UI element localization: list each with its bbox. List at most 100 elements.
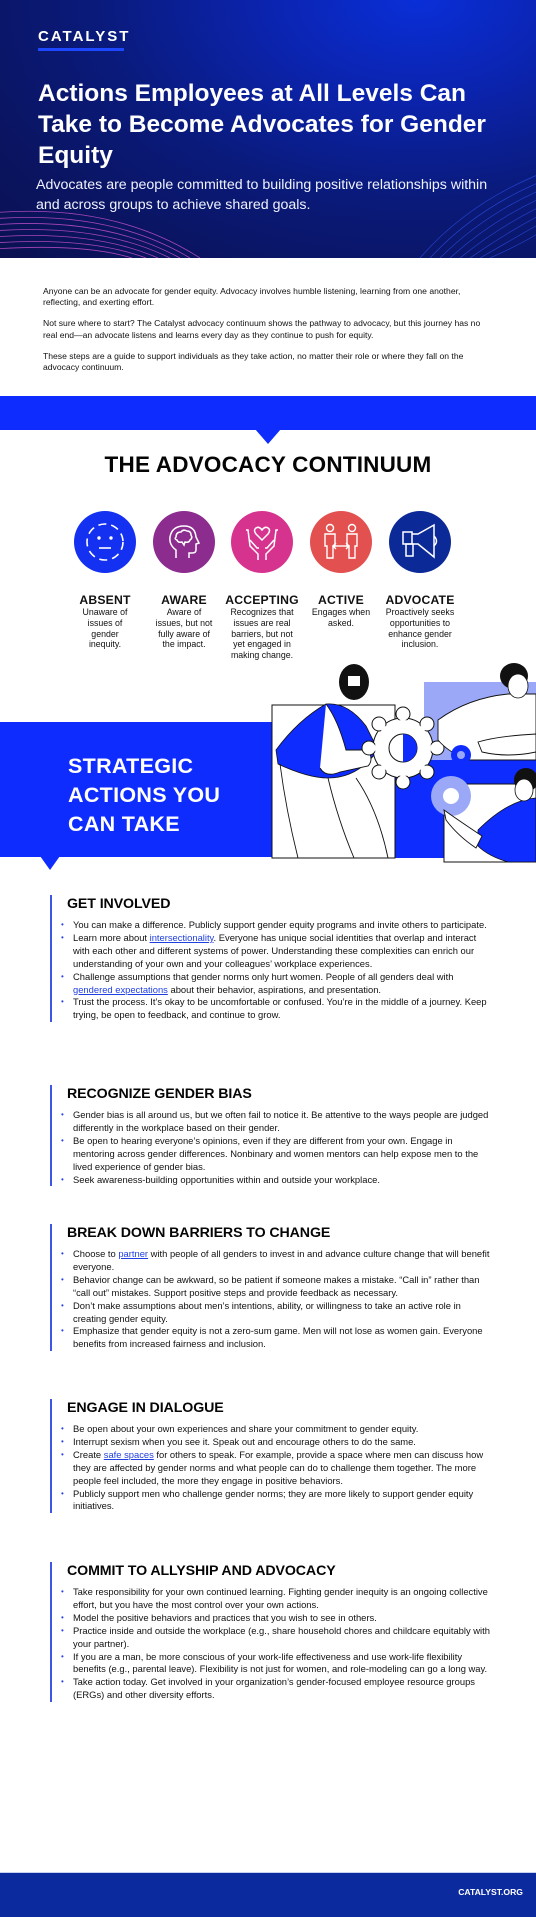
person-face: [514, 778, 534, 802]
stage-description: Aware of issues, but not fully aware of …: [155, 607, 213, 650]
stage-description: Proactively seeks opportunities to enhan…: [385, 607, 455, 650]
list-item: • You can make a difference. Publicly sup…: [61, 919, 487, 930]
stage-name: ACTIVE: [318, 593, 364, 607]
continuum-title: THE ADVOCACY CONTINUUM: [104, 452, 432, 477]
action-list: • You can make a difference. Publicly sup…: [61, 919, 490, 1022]
band-pointer: [255, 429, 281, 444]
list-item: • Learn more about intersectionality. Eve…: [61, 931, 477, 969]
strategic-pointer: [40, 856, 60, 870]
blue-divider-band: [0, 396, 536, 430]
list-item: • Seek awareness-building opportunities w…: [61, 1173, 380, 1185]
section-get-involved: GET INVOLVED • You can make a difference.…: [50, 895, 490, 1023]
stage-name: ABSENT: [79, 593, 131, 607]
section-title: RECOGNIZE GENDER BIAS: [67, 1086, 252, 1102]
bullet-icon: •: [61, 1436, 64, 1446]
bullet-icon: •: [61, 1587, 64, 1596]
list-item: • Practice inside and outside the workpla…: [61, 1624, 490, 1649]
bullet-icon: •: [61, 1135, 64, 1145]
person-face: [507, 673, 529, 699]
intro-text: Anyone can be an advocate for gender equ…: [43, 286, 493, 383]
catalyst-website-link[interactable]: CATALYST.ORG: [458, 1887, 523, 1897]
large-gear: [361, 706, 445, 790]
person-face: [348, 676, 360, 686]
bullet-icon: •: [61, 1300, 64, 1310]
two-people-arrow-icon: [310, 511, 372, 573]
list-item: • Don’t make assumptions about men’s inte…: [61, 1299, 461, 1324]
neutral-face-icon: [74, 511, 136, 573]
megaphone-icon: [389, 511, 451, 573]
page-title: Actions Employees at All Levels Can Take…: [38, 80, 486, 169]
catalyst-logo[interactable]: CATALYST: [38, 28, 130, 45]
stage-advocate: ADVOCATE Proactively seeks opportunities…: [380, 511, 460, 650]
stage-name: ADVOCATE: [385, 593, 455, 607]
bullet-icon: •: [61, 1249, 64, 1258]
bullet-icon: •: [61, 1677, 64, 1687]
action-list: • Gender bias is all around us, but we of…: [61, 1109, 490, 1186]
list-item: • Interrupt sexism when you see it. Speak…: [61, 1435, 416, 1447]
list-item: • Emphasize that gender equity is not a z…: [61, 1325, 483, 1350]
list-item: • Be open to hearing everyone’s opinions,…: [61, 1134, 479, 1172]
section-break-down-barriers: BREAK DOWN BARRIERS TO CHANGE • Choose to…: [50, 1224, 490, 1352]
section-title: ENGAGE IN DIALOGUE: [67, 1400, 224, 1416]
pink-wave-lines: [0, 210, 201, 258]
page-subtitle: Advocates are people committed to buildi…: [36, 177, 488, 213]
footer: CATALYST.ORG: [0, 1872, 536, 1917]
stage-name: ACCEPTING: [225, 593, 299, 607]
bullet-icon: •: [61, 1274, 64, 1284]
list-item: • Choose to partner with people of all ge…: [61, 1248, 490, 1272]
section-recognize-gender-bias: RECOGNIZE GENDER BIAS • Gender bias is al…: [50, 1085, 490, 1187]
section-title: GET INVOLVED: [67, 896, 171, 912]
list-item: • Create safe spaces for others to speak.…: [61, 1448, 484, 1486]
action-list: • Choose to partner with people of all ge…: [61, 1248, 490, 1351]
intro-paragraph: These steps are a guide to support indiv…: [43, 350, 464, 373]
hands-heart-icon: [231, 511, 293, 573]
section-title: COMMIT TO ALLYSHIP AND ADVOCACY: [67, 1563, 336, 1579]
list-item: • Behavior change can be awkward, so be p…: [61, 1273, 480, 1298]
bullet-icon: •: [61, 1612, 64, 1622]
list-item: • If you are a man, be more conscious of …: [61, 1650, 488, 1675]
intersectionality-link[interactable]: intersectionality: [150, 932, 214, 943]
gendered-expectations-link[interactable]: gendered expectations: [73, 984, 168, 995]
stage-accepting: ACCEPTING Recognizes that issues are rea…: [222, 511, 302, 661]
section-commit-to-allyship: COMMIT TO ALLYSHIP AND ADVOCACY • Take re…: [50, 1562, 490, 1703]
bullet-icon: •: [61, 1424, 64, 1433]
bullet-icon: •: [61, 1651, 64, 1661]
logo-underline: [38, 48, 124, 51]
action-list: • Be open about your own experiences and …: [61, 1423, 490, 1513]
teamwork-gears-illustration: [271, 663, 536, 863]
stage-aware: AWARE Aware of issues, but not fully awa…: [144, 511, 224, 650]
list-item: • Trust the process. It’s okay to be unco…: [61, 996, 487, 1021]
head-brain-icon: [153, 511, 215, 573]
stage-description: Engages when asked.: [311, 607, 371, 628]
list-item: • Take action today. Get involved in your…: [61, 1676, 475, 1701]
bullet-icon: •: [61, 1110, 64, 1119]
bullet-icon: •: [61, 1174, 64, 1184]
small-gear: [451, 745, 471, 765]
stage-description: Unaware of issues of gender inequity.: [82, 607, 128, 650]
list-item: • Model the positive behaviors and practi…: [61, 1611, 377, 1623]
stage-absent: ABSENT Unaware of issues of gender inequ…: [65, 511, 145, 650]
list-item: • Challenge assumptions that gender norms…: [61, 970, 454, 995]
bullet-icon: •: [61, 1449, 64, 1459]
list-item: • Take responsibility for your own contin…: [61, 1586, 488, 1610]
bullet-icon: •: [61, 1326, 64, 1336]
strategic-title: STRATEGIC ACTIONS YOU CAN TAKE: [68, 754, 221, 836]
bullet-icon: •: [61, 1488, 64, 1498]
bullet-icon: •: [61, 997, 64, 1007]
intro-paragraph: Anyone can be an advocate for gender equ…: [43, 286, 461, 308]
section-engage-in-dialogue: ENGAGE IN DIALOGUE • Be open about your o…: [50, 1399, 490, 1514]
bullet-icon: •: [61, 1625, 64, 1635]
stage-description: Recognizes that issues are real barriers…: [230, 607, 294, 661]
stage-active: ACTIVE Engages when asked.: [301, 511, 381, 629]
list-item: • Gender bias is all around us, but we of…: [61, 1109, 489, 1133]
section-title: BREAK DOWN BARRIERS TO CHANGE: [67, 1225, 331, 1241]
bullet-icon: •: [61, 932, 64, 942]
partner-link[interactable]: partner: [118, 1248, 148, 1259]
intro-paragraph: Not sure where to start? The Catalyst ad…: [43, 318, 481, 340]
bullet-icon: •: [61, 920, 64, 929]
hero-banner: CATALYST Actions Employees at All Levels…: [0, 0, 536, 258]
light-gear: [431, 776, 471, 816]
list-item: • Be open about your own experiences and …: [61, 1423, 419, 1434]
safe-spaces-link[interactable]: safe spaces: [104, 1449, 154, 1460]
list-item: • Publicly support men who challenge gend…: [61, 1487, 474, 1512]
